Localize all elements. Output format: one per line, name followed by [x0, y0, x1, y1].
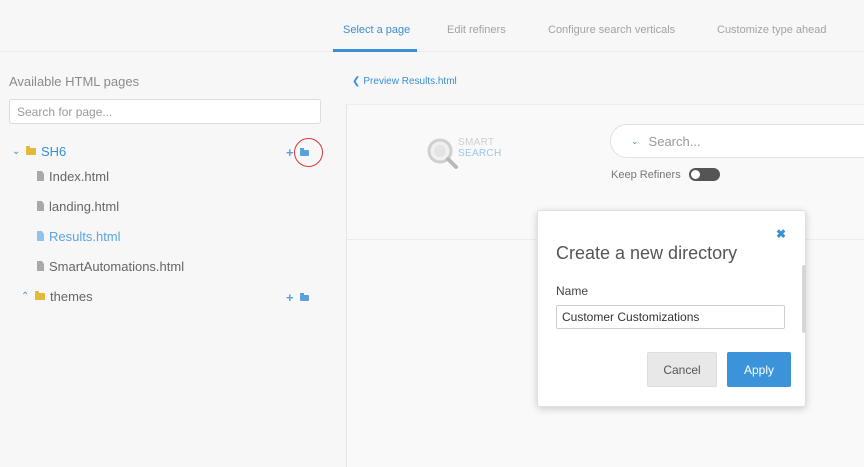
preview-search-placeholder: Search...: [648, 133, 701, 149]
page-search-input[interactable]: [9, 99, 321, 124]
highlight-circle: [294, 138, 323, 167]
preview-link-label: Preview Results.html: [363, 76, 457, 87]
tab-customize-type-ahead[interactable]: Customize type ahead: [717, 24, 826, 36]
tree-item-themes[interactable]: ⌃ themes: [21, 286, 93, 306]
chevron-down-icon[interactable]: ⌄: [12, 146, 26, 157]
apply-button[interactable]: Apply: [727, 352, 791, 387]
keep-refiners-toggle[interactable]: [688, 168, 720, 181]
active-tab-indicator: [333, 49, 417, 52]
tree-actions-themes: +: [286, 291, 309, 304]
tree-item-label: SH6: [41, 143, 67, 159]
create-directory-dialog: ✖ Create a new directory Name Cancel App…: [537, 210, 806, 407]
file-icon: [37, 171, 44, 181]
logo-text-smart: SMART: [458, 137, 495, 148]
close-icon[interactable]: ✖: [776, 227, 786, 241]
keep-refiners: Keep Refiners: [611, 168, 720, 181]
tree-item-label: Results.html: [49, 228, 121, 244]
chevron-up-icon[interactable]: ⌃: [21, 291, 35, 302]
file-icon: [37, 231, 44, 241]
panel-title: Available HTML pages: [9, 74, 140, 89]
file-icon: [37, 201, 44, 211]
tab-edit-refiners[interactable]: Edit refiners: [447, 24, 506, 36]
tree-item-label: landing.html: [49, 198, 120, 214]
add-file-icon[interactable]: +: [286, 146, 294, 159]
preview-link[interactable]: ❮ Preview Results.html: [352, 76, 457, 87]
tree-item-label: Index.html: [49, 168, 109, 184]
preview-search-box[interactable]: ⌄ Search...: [610, 124, 864, 158]
tree-file-smartautomations[interactable]: SmartAutomations.html: [37, 256, 184, 276]
logo-text-search: SEARCH: [458, 148, 502, 159]
chevron-down-icon[interactable]: ⌄: [631, 136, 639, 147]
add-file-icon[interactable]: +: [286, 291, 294, 304]
add-folder-icon[interactable]: [299, 292, 309, 301]
directory-name-input[interactable]: [556, 305, 785, 329]
tree-file-index[interactable]: Index.html: [37, 166, 109, 186]
file-icon: [37, 261, 44, 271]
top-tab-bar: Select a page Edit refiners Configure se…: [0, 0, 864, 52]
tree-item-label: SmartAutomations.html: [49, 258, 185, 274]
dialog-scrollbar[interactable]: [802, 265, 806, 333]
dialog-title: Create a new directory: [556, 243, 738, 263]
name-label: Name: [556, 284, 589, 298]
tree-file-results[interactable]: Results.html: [37, 226, 121, 246]
cancel-button[interactable]: Cancel: [647, 352, 717, 387]
tab-configure-search-verticals[interactable]: Configure search verticals: [548, 24, 675, 36]
tree-item-label: themes: [50, 288, 93, 304]
keep-refiners-label: Keep Refiners: [611, 168, 681, 181]
share-icon: ❮: [352, 76, 361, 87]
folder-icon: [26, 145, 36, 155]
tab-select-a-page[interactable]: Select a page: [343, 24, 410, 36]
tree-item-sh6[interactable]: ⌄ SH6: [12, 141, 66, 161]
folder-icon: [35, 290, 45, 300]
tree-file-landing[interactable]: landing.html: [37, 196, 119, 216]
